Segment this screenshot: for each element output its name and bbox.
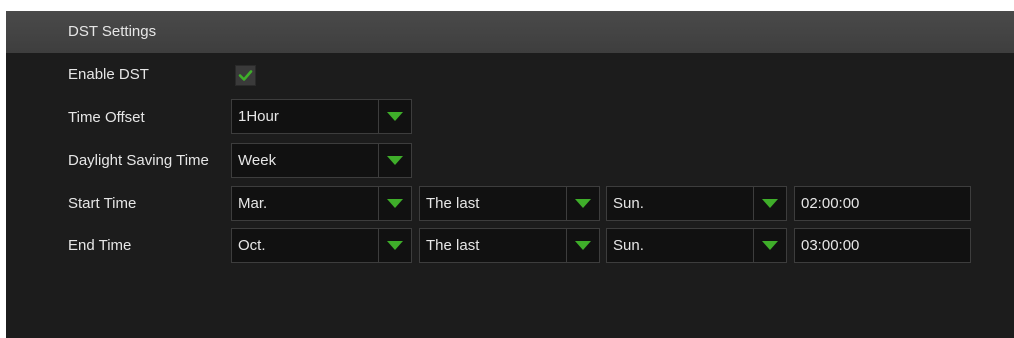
daylight-saving-time-value: Week	[238, 152, 277, 169]
end-month-select[interactable]: Oct.	[231, 228, 412, 263]
start-time-label: Start Time	[68, 195, 137, 212]
start-month-dropdown-button[interactable]	[378, 187, 411, 220]
end-day-value: Sun.	[613, 237, 644, 254]
start-month-value: Mar.	[238, 195, 268, 212]
start-month-select[interactable]: Mar.	[231, 186, 412, 221]
start-day-dropdown-button[interactable]	[753, 187, 786, 220]
end-time-value: 03:00:00	[801, 237, 860, 254]
end-time-label: End Time	[68, 237, 132, 254]
dst-settings-panel: DST Settings Enable DST Time Offset 1Hou…	[6, 11, 1014, 338]
triangle-down-icon	[387, 199, 403, 208]
time-offset-value: 1Hour	[238, 108, 279, 125]
enable-dst-checkbox[interactable]	[235, 65, 256, 86]
end-month-value: Oct.	[238, 237, 266, 254]
end-day-select[interactable]: Sun.	[606, 228, 787, 263]
triangle-down-icon	[575, 199, 591, 208]
daylight-saving-time-dropdown-button[interactable]	[378, 144, 411, 177]
triangle-down-icon	[387, 156, 403, 165]
checkmark-icon	[238, 70, 253, 81]
start-week-select[interactable]: The last	[419, 186, 600, 221]
triangle-down-icon	[387, 112, 403, 121]
end-month-dropdown-button[interactable]	[378, 229, 411, 262]
enable-dst-label: Enable DST	[68, 66, 149, 83]
time-offset-label: Time Offset	[68, 109, 145, 126]
section-title: DST Settings	[68, 23, 157, 40]
time-offset-dropdown-button[interactable]	[378, 100, 411, 133]
start-week-dropdown-button[interactable]	[566, 187, 599, 220]
daylight-saving-time-label: Daylight Saving Time	[68, 152, 209, 169]
start-day-value: Sun.	[613, 195, 644, 212]
triangle-down-icon	[762, 241, 778, 250]
daylight-saving-time-select[interactable]: Week	[231, 143, 412, 178]
start-time-input[interactable]: 02:00:00	[794, 186, 971, 221]
time-offset-select[interactable]: 1Hour	[231, 99, 412, 134]
triangle-down-icon	[575, 241, 591, 250]
section-header: DST Settings	[6, 11, 1014, 53]
end-week-dropdown-button[interactable]	[566, 229, 599, 262]
triangle-down-icon	[387, 241, 403, 250]
end-week-value: The last	[426, 237, 480, 254]
end-day-dropdown-button[interactable]	[753, 229, 786, 262]
start-week-value: The last	[426, 195, 480, 212]
end-time-input[interactable]: 03:00:00	[794, 228, 971, 263]
start-time-value: 02:00:00	[801, 195, 860, 212]
end-week-select[interactable]: The last	[419, 228, 600, 263]
start-day-select[interactable]: Sun.	[606, 186, 787, 221]
triangle-down-icon	[762, 199, 778, 208]
